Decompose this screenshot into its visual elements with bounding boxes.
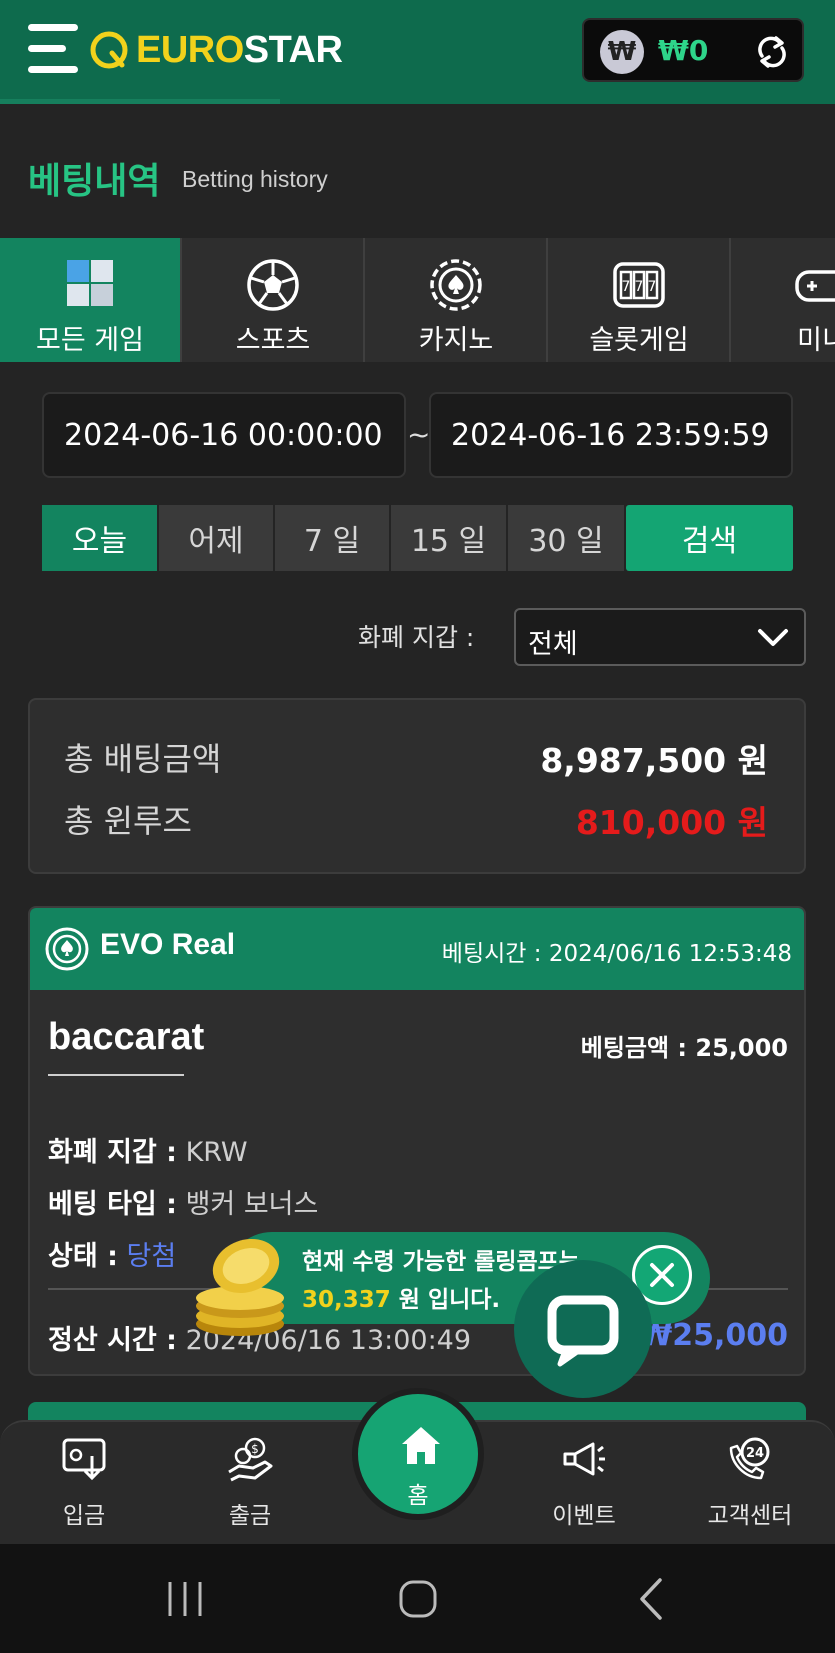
tab-casino[interactable]: 카지노	[366, 238, 548, 362]
game-provider: EVO Real	[100, 928, 236, 961]
svg-text:7: 7	[648, 279, 657, 295]
tab-all-games[interactable]: 모든 게임	[0, 238, 182, 362]
game-name-underline	[48, 1074, 184, 1076]
bet-time: 베팅시간 : 2024/06/16 12:53:48	[441, 941, 792, 967]
support-24-icon: 24	[729, 1437, 770, 1480]
soccer-ball-icon	[247, 259, 299, 311]
game-category-tabs: 모든 게임 스포츠 카지노 7 7 7 슬롯게임 미니	[0, 238, 835, 362]
gamepad-icon	[795, 270, 835, 302]
tab-sports[interactable]: 스포츠	[183, 238, 365, 362]
bet-currency-row: 화폐 지갑 : KRW	[48, 1137, 248, 1168]
total-winloss-label: 총 윈루즈	[64, 802, 192, 840]
nav-home-button[interactable]: 홈	[352, 1388, 484, 1520]
nav-deposit[interactable]: 입금	[24, 1434, 144, 1530]
total-winloss-value: 810,000 원	[575, 803, 768, 842]
slot-machine-icon: 7 7 7	[613, 262, 665, 308]
money-hand-icon: $	[228, 1437, 273, 1482]
nav-home-label: 홈	[407, 1483, 429, 1509]
tab-mini-games[interactable]: 미니	[732, 238, 835, 362]
header-divider	[0, 99, 280, 104]
live-chat-button[interactable]	[514, 1260, 652, 1398]
period-today-button[interactable]: 오늘	[42, 505, 157, 571]
bet-status-row: 상태 : 당첨	[48, 1241, 177, 1272]
date-range-separator: ~	[407, 418, 431, 451]
period-15-days-button[interactable]: 15 일	[391, 505, 506, 571]
page-subtitle: Betting history	[182, 166, 328, 192]
refresh-icon[interactable]	[754, 34, 790, 70]
period-30-days-button[interactable]: 30 일	[508, 505, 624, 571]
tab-label: 슬롯게임	[589, 325, 689, 356]
currency-wallet-select[interactable]: 전체	[514, 608, 806, 666]
svg-text:$: $	[251, 1442, 259, 1456]
system-navigation-bar	[0, 1544, 835, 1653]
casino-chip-icon	[430, 259, 482, 311]
wallet-balance: ₩0	[658, 34, 709, 67]
currency-select-value: 전체	[528, 629, 578, 660]
svg-text:7: 7	[635, 279, 644, 295]
megaphone-icon	[563, 1442, 605, 1476]
period-yesterday-button[interactable]: 어제	[159, 505, 273, 571]
betting-summary: 총 배팅금액 8,987,500 원 총 윈루즈 810,000 원	[28, 698, 806, 874]
search-button[interactable]: 검색	[626, 505, 793, 571]
all-games-icon	[67, 260, 113, 306]
page-title: 베팅내역	[28, 161, 161, 202]
wallet-balance-widget[interactable]: ₩ ₩0	[582, 18, 804, 82]
brand-name: EUROSTAR	[136, 28, 343, 71]
logo[interactable]: EUROSTAR	[88, 24, 343, 76]
nav-event-label: 이벤트	[552, 1503, 616, 1529]
nav-event[interactable]: 이벤트	[524, 1434, 644, 1530]
nav-support-label: 고객센터	[707, 1503, 793, 1529]
tab-label: 카지노	[418, 325, 494, 356]
date-to-input[interactable]: 2024-06-16 23:59:59	[429, 392, 793, 478]
nav-deposit-label: 입금	[62, 1503, 106, 1529]
nav-withdraw-label: 출금	[228, 1503, 272, 1529]
bet-amount: 베팅금액 : 25,000	[580, 1034, 788, 1062]
tab-slot-games[interactable]: 7 7 7 슬롯게임	[549, 238, 731, 362]
banner-line2: 30,337 원 입니다.	[302, 1287, 501, 1313]
recent-apps-icon[interactable]	[160, 1576, 210, 1622]
total-bet-value: 8,987,500 원	[540, 741, 768, 780]
menu-icon[interactable]	[28, 24, 80, 74]
date-from-input[interactable]: 2024-06-16 00:00:00	[42, 392, 406, 478]
home-system-icon[interactable]	[393, 1576, 443, 1622]
gold-coins-icon	[196, 1238, 284, 1336]
svg-text:24: 24	[746, 1446, 764, 1461]
bet-type-row: 베팅 타입 : 뱅커 보너스	[48, 1189, 319, 1220]
game-name: baccarat	[48, 1016, 205, 1058]
svg-text:7: 7	[622, 279, 631, 295]
logo-mark-icon	[90, 31, 128, 69]
casino-chip-icon	[45, 927, 89, 971]
currency-wallet-label: 화폐 지갑 :	[358, 623, 475, 652]
chevron-down-icon	[758, 629, 788, 646]
nav-support[interactable]: 24 고객센터	[690, 1434, 810, 1530]
tab-label: 스포츠	[235, 325, 311, 356]
top-bar: EUROSTAR ₩ ₩0	[0, 0, 835, 104]
back-icon[interactable]	[628, 1576, 678, 1622]
deposit-icon	[62, 1438, 106, 1481]
chat-bubble-icon	[547, 1295, 619, 1367]
nav-withdraw[interactable]: $ 출금	[190, 1434, 310, 1530]
won-coin-icon: ₩	[600, 30, 644, 74]
tab-label: 미니	[797, 325, 835, 356]
period-7-days-button[interactable]: 7 일	[275, 505, 389, 571]
bet-card-header: EVO Real 베팅시간 : 2024/06/16 12:53:48	[30, 908, 804, 990]
total-bet-label: 총 배팅금액	[64, 740, 222, 778]
tab-label: 모든 게임	[36, 325, 144, 356]
home-icon	[402, 1427, 440, 1464]
